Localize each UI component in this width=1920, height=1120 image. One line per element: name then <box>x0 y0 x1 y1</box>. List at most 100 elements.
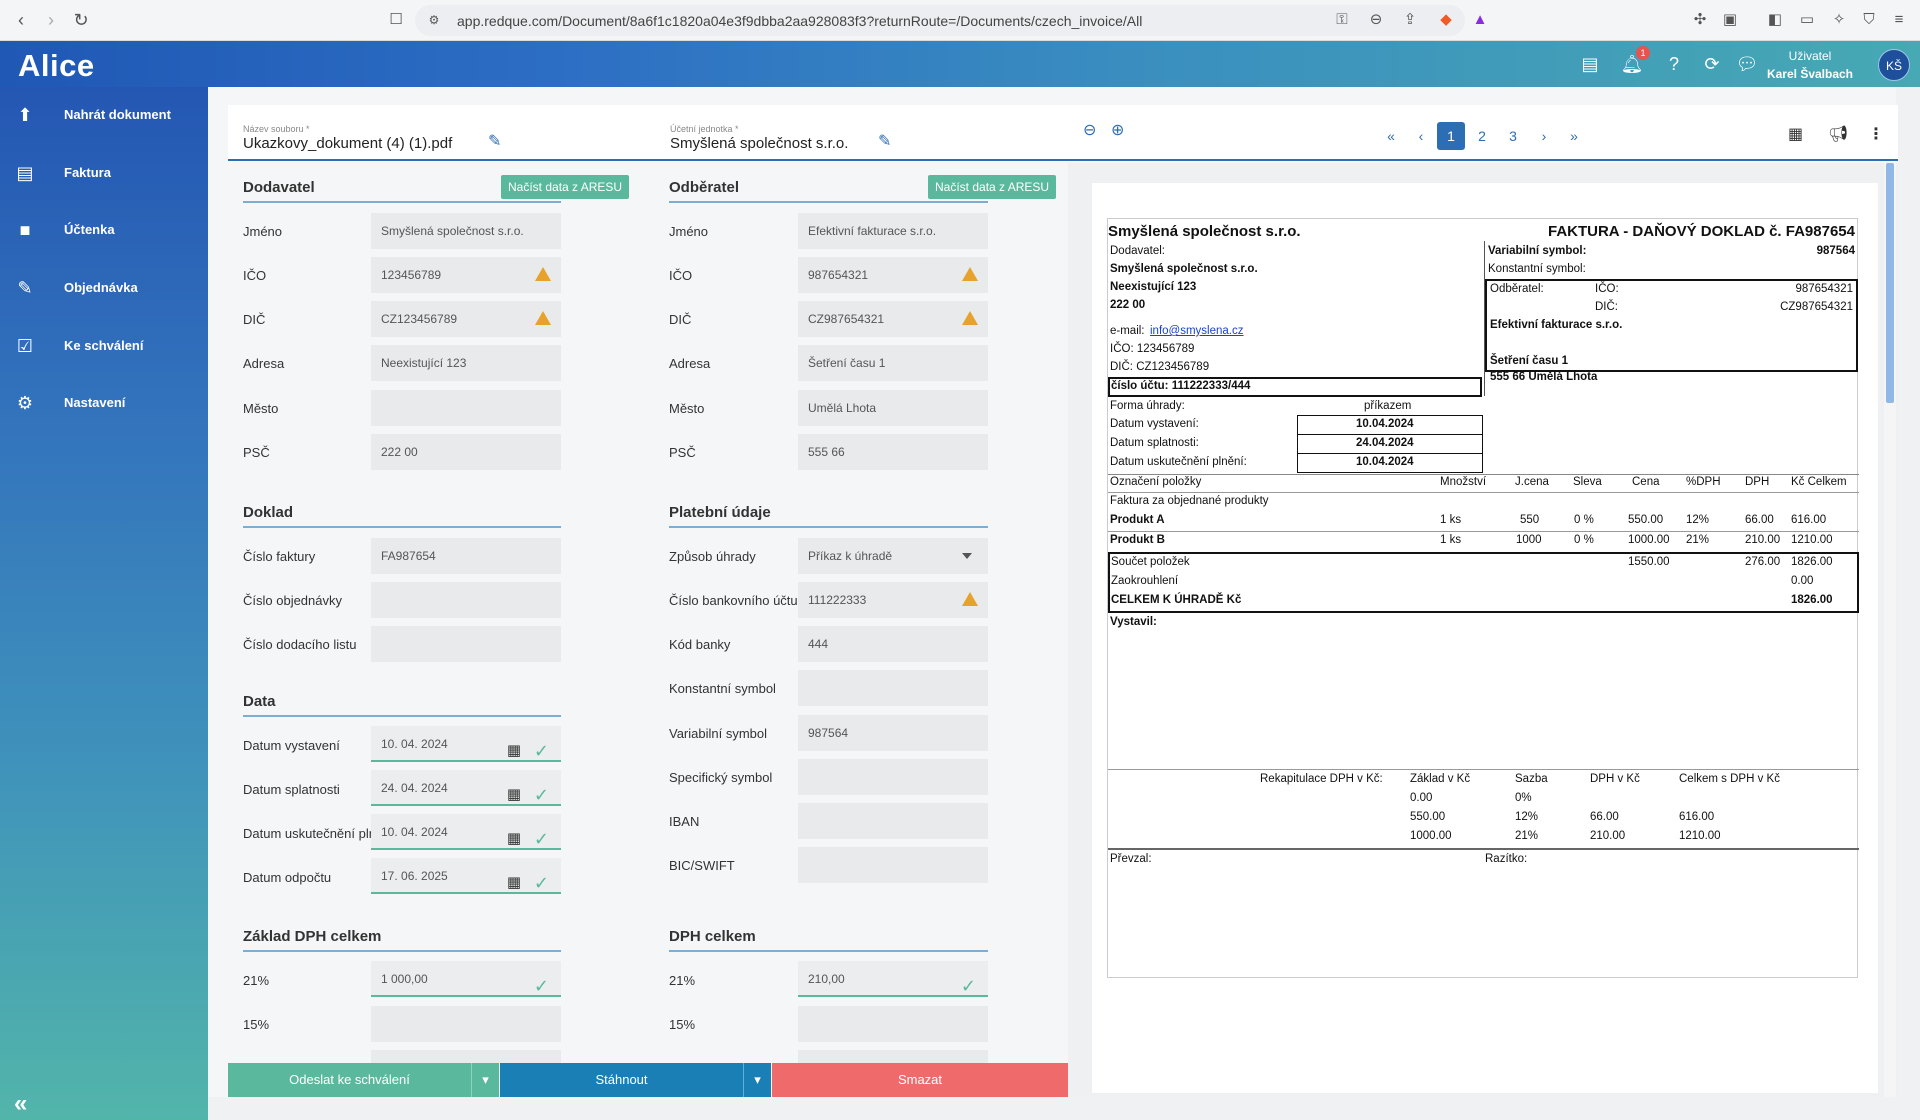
last-page-icon[interactable]: » <box>1560 122 1588 150</box>
invoice-intro: Faktura za objednané produkty <box>1110 495 1269 507</box>
send-for-approval-button[interactable]: Odeslat ke schválení <box>228 1063 471 1097</box>
invoice-number-input[interactable]: FA987654 <box>371 538 561 574</box>
vat-base-next-input[interactable] <box>371 1050 561 1063</box>
payment-method-select[interactable]: Příkaz k úhradě <box>798 538 988 574</box>
sidebar-item-approval[interactable]: ☑ Ke schválení <box>0 326 208 366</box>
rewards-icon[interactable]: ▲ <box>1470 10 1490 30</box>
customer-dic-input[interactable]: CZ987654321 <box>798 301 988 337</box>
order-number-input[interactable] <box>371 582 561 618</box>
page-3[interactable]: 3 <box>1499 122 1527 150</box>
file-name[interactable]: Ukazkovy_dokument (4) (1).pdf <box>243 135 452 152</box>
bank-code-input[interactable]: 444 <box>798 626 988 662</box>
table-icon[interactable]: ▤ <box>1578 52 1602 76</box>
invoice-number-label: Číslo faktury <box>243 549 316 564</box>
calendar-icon[interactable]: ▦ <box>507 821 521 848</box>
collapse-sidebar-icon[interactable]: « <box>14 1090 27 1118</box>
send-options-chevron-icon[interactable]: ▾ <box>471 1063 499 1097</box>
supplier-zip-input[interactable]: 222 00 <box>371 434 561 470</box>
accounting-unit[interactable]: Smyšlená společnost s.r.o. <box>670 135 848 152</box>
section-divider <box>243 950 561 952</box>
pdf-scrollbar-thumb[interactable] <box>1886 163 1894 403</box>
leo-icon[interactable]: ✧ <box>1829 10 1849 30</box>
next-page-icon[interactable]: › <box>1530 122 1558 150</box>
supplier-city-input[interactable] <box>371 390 561 426</box>
supplier-address-input[interactable]: Neexistující 123 <box>371 345 561 381</box>
reload-icon[interactable]: ↻ <box>70 9 92 31</box>
qr-code-icon[interactable]: ▦ <box>1788 124 1803 144</box>
file-name-label: Název souboru * <box>243 124 310 134</box>
customer-name-input[interactable]: Efektivní fakturace s.r.o. <box>798 213 988 249</box>
vat-base-21-input[interactable]: 1 000,00 ✓ <box>371 961 561 997</box>
wallet-icon[interactable]: ▭ <box>1797 10 1817 30</box>
customer-zip-input[interactable]: 555 66 <box>798 434 988 470</box>
download-button[interactable]: Stáhnout <box>500 1063 743 1097</box>
calendar-icon[interactable]: ▦ <box>507 865 521 892</box>
download-options-chevron-icon[interactable]: ▾ <box>743 1063 771 1097</box>
invoice-recap-col-rate: Sazba <box>1515 773 1548 785</box>
customer-ico-input[interactable]: 987654321 <box>798 257 988 293</box>
invoice-email-link[interactable]: info@smyslena.cz <box>1150 325 1243 337</box>
deduction-date-input[interactable]: 17. 06. 2025 ▦ ✓ <box>371 858 561 894</box>
first-page-icon[interactable]: « <box>1377 122 1405 150</box>
calendar-icon[interactable]: ▦ <box>507 777 521 804</box>
swift-input[interactable] <box>798 847 988 883</box>
zoom-out-icon[interactable]: ⊖ <box>1083 120 1096 140</box>
customer-address-input[interactable]: Šetření času 1 <box>798 345 988 381</box>
menu-icon[interactable]: ≡ <box>1889 10 1909 30</box>
vat-total-15-input[interactable] <box>798 1006 988 1042</box>
megaphone-icon[interactable]: 📢︎ <box>1828 124 1848 144</box>
calendar-icon[interactable]: ▦ <box>507 733 521 760</box>
vpn-icon[interactable]: ⛉ <box>1859 10 1879 30</box>
tab-icon[interactable]: ▣ <box>1720 10 1740 30</box>
due-date-input[interactable]: 24. 04. 2024 ▦ ✓ <box>371 770 561 806</box>
zoom-in-icon[interactable]: ⊕ <box>1111 120 1124 140</box>
site-settings-icon[interactable]: ⚙ <box>424 10 444 30</box>
help-icon[interactable]: ? <box>1662 52 1686 76</box>
customer-city-input[interactable]: Umělá Lhota <box>798 390 988 426</box>
avatar[interactable]: KŠ <box>1878 49 1910 81</box>
vat-base-15-input[interactable] <box>371 1006 561 1042</box>
bank-account-value: 111222333 <box>808 593 867 607</box>
zoom-icon[interactable]: ⊖ <box>1366 10 1386 30</box>
variable-symbol-input[interactable]: 987564 <box>798 715 988 751</box>
prev-page-icon[interactable]: ‹ <box>1407 122 1435 150</box>
brave-shield-icon[interactable]: ◆ <box>1436 10 1456 30</box>
sidebar-item-settings[interactable]: ⚙ Nastavení <box>0 383 208 423</box>
load-ares-supplier-button[interactable]: Načíst data z ARESU <box>501 175 630 199</box>
supplier-dic-input[interactable]: CZ123456789 <box>371 301 561 337</box>
specific-symbol-input[interactable] <box>798 759 988 795</box>
invoice-vs: 987564 <box>1816 245 1855 257</box>
app-logo[interactable]: Alice <box>18 48 95 84</box>
share-icon[interactable]: ⇪ <box>1400 10 1420 30</box>
url-text[interactable]: app.redque.com/Document/8a6f1c1820a04e3f… <box>457 13 1142 29</box>
key-icon[interactable]: ⚿ <box>1332 10 1352 30</box>
back-icon[interactable]: ‹ <box>10 9 32 31</box>
user-name[interactable]: Karel Švalbach <box>1740 67 1880 81</box>
extensions-icon[interactable]: ✣ <box>1690 10 1710 30</box>
bank-account-input[interactable]: 111222333 <box>798 582 988 618</box>
tax-date-input[interactable]: 10. 04. 2024 ▦ ✓ <box>371 814 561 850</box>
page-2[interactable]: 2 <box>1468 122 1496 150</box>
issue-date-input[interactable]: 10. 04. 2024 ▦ ✓ <box>371 726 561 762</box>
edit-unit-icon[interactable]: ✎ <box>878 131 891 151</box>
sidebar-item-invoice[interactable]: ▤ Faktura <box>0 153 208 193</box>
sidebar-item-receipt[interactable]: ■ Účtenka <box>0 210 208 250</box>
forward-icon[interactable]: › <box>40 9 62 31</box>
vat-total-next-input[interactable] <box>798 1050 988 1063</box>
vat-total-21-input[interactable]: 210,00 ✓ <box>798 961 988 997</box>
constant-symbol-input[interactable] <box>798 670 988 706</box>
iban-input[interactable] <box>798 803 988 839</box>
sync-icon[interactable]: ⟳ <box>1700 52 1724 76</box>
delivery-note-input[interactable] <box>371 626 561 662</box>
edit-file-name-icon[interactable]: ✎ <box>488 131 501 151</box>
delete-button[interactable]: Smazat <box>772 1063 1068 1097</box>
sidebar-item-order[interactable]: ✎ Objednávka <box>0 268 208 308</box>
sidebar-toggle-icon[interactable]: ◧ <box>1765 10 1785 30</box>
load-ares-customer-button[interactable]: Načíst data z ARESU <box>928 175 1057 199</box>
supplier-ico-input[interactable]: 123456789 <box>371 257 561 293</box>
bookmark-icon[interactable]: ☐ <box>386 10 406 30</box>
more-icon[interactable]: ⋮ <box>1868 124 1884 144</box>
sidebar-item-upload[interactable]: ⬆ Nahrát dokument <box>0 95 208 135</box>
supplier-name-input[interactable]: Smyšlená společnost s.r.o. <box>371 213 561 249</box>
page-1[interactable]: 1 <box>1437 122 1465 150</box>
